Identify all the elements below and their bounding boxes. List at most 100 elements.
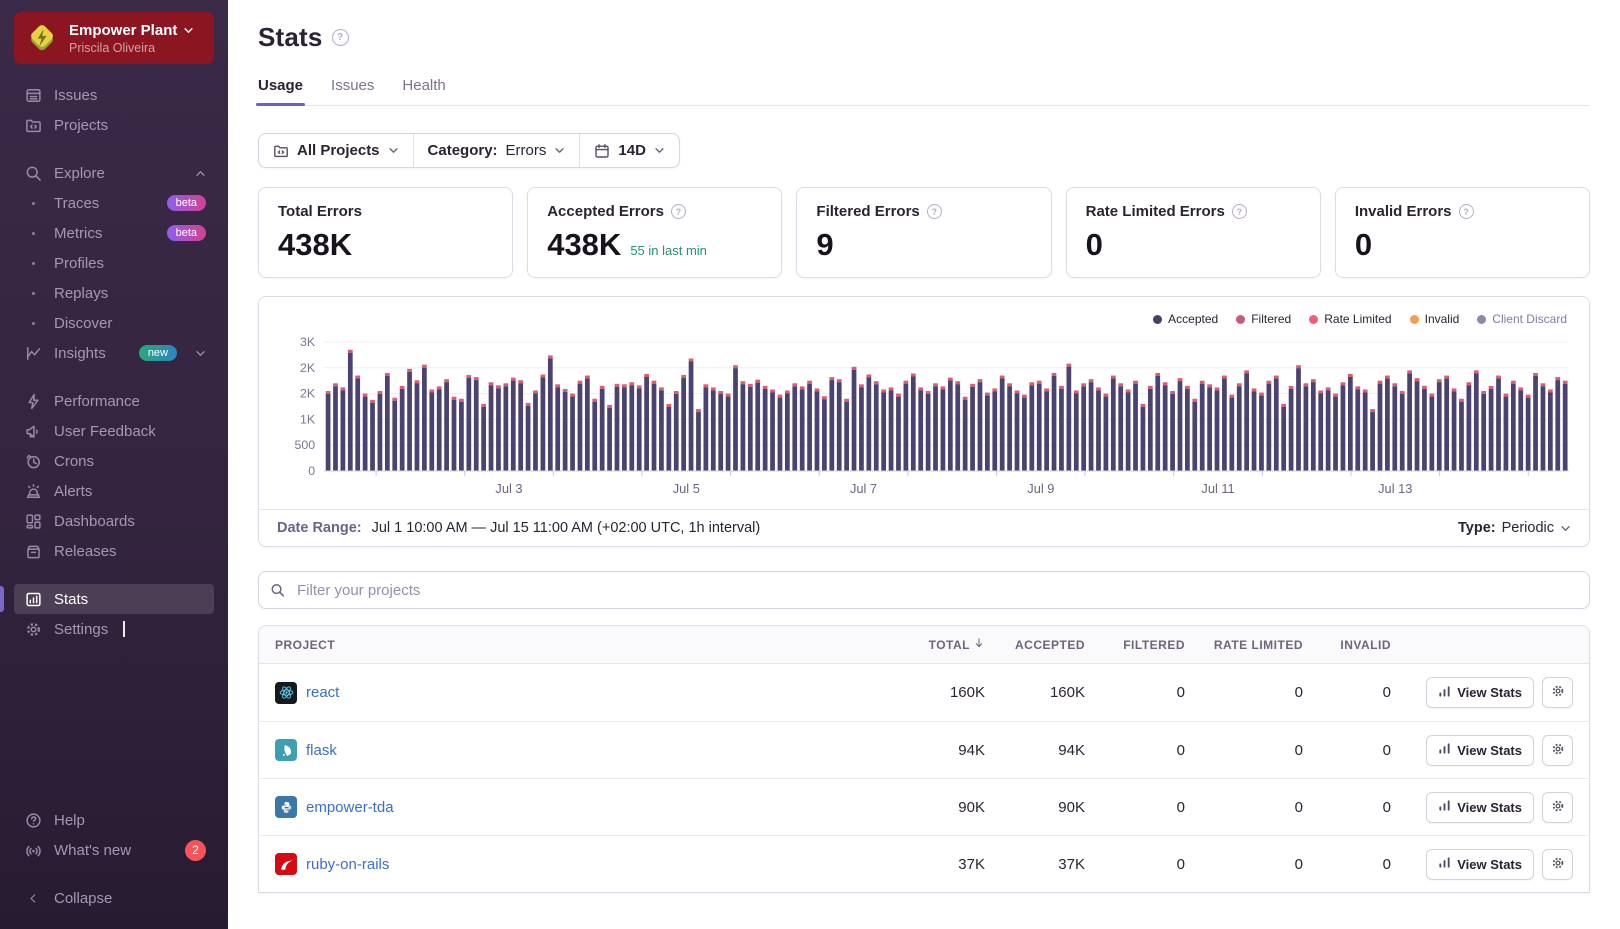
gear-icon xyxy=(1551,856,1565,873)
chart-bar xyxy=(822,399,827,471)
chevron-up-icon[interactable] xyxy=(195,168,206,179)
project-settings-button[interactable] xyxy=(1542,848,1573,880)
stat-card-total-errors: Total Errors 438K xyxy=(258,187,514,278)
chart-bar xyxy=(1088,382,1094,471)
project-link[interactable]: ruby-on-rails xyxy=(306,856,389,873)
column-header-invalid[interactable]: INVALID xyxy=(1303,638,1391,652)
type-selector[interactable]: Type: Periodic xyxy=(1458,520,1571,536)
date-range-selector[interactable]: 14D xyxy=(579,134,679,167)
sidebar-item-whats-new[interactable]: What's new 2 xyxy=(14,835,214,865)
org-user: Priscila Oliveira xyxy=(69,40,156,55)
chart-bar xyxy=(829,380,835,471)
chart-bar xyxy=(577,383,583,471)
legend-item-invalid[interactable]: Invalid xyxy=(1409,312,1459,326)
tabs: Usage Issues Health xyxy=(255,77,1590,106)
column-header-project[interactable]: PROJECT xyxy=(275,638,885,652)
column-header-total[interactable]: TOTAL xyxy=(885,637,985,652)
chart-bar-cap xyxy=(1036,380,1042,384)
filter-projects-input[interactable] xyxy=(258,571,1590,609)
sidebar-nav: Issues Projects Explore Traces beta Metrics be… xyxy=(0,68,228,644)
sidebar-item-stats[interactable]: Stats xyxy=(0,584,214,614)
chevron-down-icon[interactable] xyxy=(195,348,206,359)
project-settings-button[interactable] xyxy=(1542,734,1573,766)
chart-bar-cap xyxy=(1429,393,1435,397)
chart-bar xyxy=(881,392,887,471)
chart-bar-cap xyxy=(444,379,449,383)
project-link[interactable]: react xyxy=(306,684,339,701)
column-header-filtered[interactable]: FILTERED xyxy=(1085,638,1185,652)
category-selector[interactable]: Category: Errors xyxy=(412,134,580,167)
tab-health[interactable]: Health xyxy=(402,77,445,105)
tab-usage[interactable]: Usage xyxy=(255,77,306,106)
legend-item-accepted[interactable]: Accepted xyxy=(1153,312,1218,326)
view-stats-button[interactable]: View Stats xyxy=(1426,848,1534,880)
stat-card-title: Total Errors xyxy=(278,203,362,220)
chart-bar-cap xyxy=(962,396,968,400)
page-help-icon[interactable]: ? xyxy=(331,29,349,46)
project-link[interactable]: flask xyxy=(306,742,337,759)
sidebar-item-user-feedback[interactable]: User Feedback xyxy=(14,416,214,446)
tab-issues[interactable]: Issues xyxy=(331,77,374,105)
usage-chart-svg: 0 500 1K 2K 2K 3K Jul 3 Jul 5 Jul 7 Jul 9 Jul 11 Ju… xyxy=(295,335,1569,496)
sidebar-item-explore[interactable]: Explore xyxy=(14,158,214,188)
org-switcher[interactable]: Empower Plant Priscila Oliveira xyxy=(14,12,214,64)
stats-icon xyxy=(24,591,42,608)
legend-item-rate-limited[interactable]: Rate Limited xyxy=(1309,312,1392,326)
sidebar-item-label: Crons xyxy=(54,452,95,470)
chart-bar xyxy=(955,384,961,471)
help-icon[interactable]: ? xyxy=(926,204,942,219)
chart-bar-cap xyxy=(1451,388,1457,392)
view-stats-button[interactable]: View Stats xyxy=(1426,791,1534,823)
column-header-rate-limited[interactable]: RATE LIMITED xyxy=(1185,638,1303,652)
chart-bar xyxy=(1266,383,1272,471)
legend-item-client-discard[interactable]: Client Discard xyxy=(1477,312,1567,326)
project-settings-button[interactable] xyxy=(1542,791,1573,823)
sidebar-item-projects[interactable]: Projects xyxy=(14,110,214,140)
chart-bar-cap xyxy=(725,393,731,397)
sidebar-item-settings[interactable]: Settings xyxy=(14,614,214,644)
column-header-accepted[interactable]: ACCEPTED xyxy=(985,638,1085,652)
sidebar-item-metrics[interactable]: Metrics beta xyxy=(14,218,214,248)
chart-bar xyxy=(333,386,338,471)
view-stats-button[interactable]: View Stats xyxy=(1426,677,1534,708)
sidebar-item-help[interactable]: Help xyxy=(14,805,214,835)
chart-bar-cap xyxy=(1362,389,1368,393)
chart-bar xyxy=(347,352,353,471)
text-cursor xyxy=(123,621,125,637)
issues-icon xyxy=(24,87,42,104)
view-stats-button[interactable]: View Stats xyxy=(1426,734,1534,766)
sidebar-item-replays[interactable]: Replays xyxy=(14,278,214,308)
project-selector[interactable]: All Projects xyxy=(259,134,413,167)
sidebar-item-traces[interactable]: Traces beta xyxy=(14,188,214,218)
sidebar-item-releases[interactable]: Releases xyxy=(14,536,214,566)
sidebar-item-profiles[interactable]: Profiles xyxy=(14,248,214,278)
sidebar-item-collapse[interactable]: Collapse xyxy=(14,883,214,913)
project-link[interactable]: empower-tda xyxy=(306,799,394,816)
sidebar-item-alerts[interactable]: Alerts xyxy=(14,476,214,506)
chart-bar-cap xyxy=(1459,398,1464,402)
cell-accepted: 90K xyxy=(1058,798,1085,816)
chart-bar-cap xyxy=(1533,372,1538,376)
chart-bar xyxy=(725,396,731,471)
chart-bar-cap xyxy=(325,391,331,395)
sidebar-item-discover[interactable]: Discover xyxy=(14,308,214,338)
chart-bar-cap xyxy=(614,383,620,387)
chart-bar-cap xyxy=(384,372,390,376)
chart-bar xyxy=(747,386,753,471)
legend-item-filtered[interactable]: Filtered xyxy=(1236,312,1291,326)
sidebar-item-crons[interactable]: Crons xyxy=(14,446,214,476)
legend-dot xyxy=(1409,314,1419,324)
help-icon[interactable]: ? xyxy=(1458,204,1474,219)
chart-bar xyxy=(1044,391,1050,471)
chart-bar-cap xyxy=(355,375,361,379)
sidebar-item-issues[interactable]: Issues xyxy=(14,80,214,110)
sidebar-item-dashboards[interactable]: Dashboards xyxy=(14,506,214,536)
sidebar-item-performance[interactable]: Performance xyxy=(14,386,214,416)
x-axis-label: Jul 7 xyxy=(850,482,877,496)
project-settings-button[interactable] xyxy=(1542,677,1573,708)
sidebar-item-insights[interactable]: Insights new xyxy=(14,338,214,368)
help-icon[interactable]: ? xyxy=(670,204,686,219)
help-icon[interactable]: ? xyxy=(1231,204,1247,219)
bullet-icon xyxy=(24,231,42,235)
chart-bar-cap xyxy=(792,383,798,387)
